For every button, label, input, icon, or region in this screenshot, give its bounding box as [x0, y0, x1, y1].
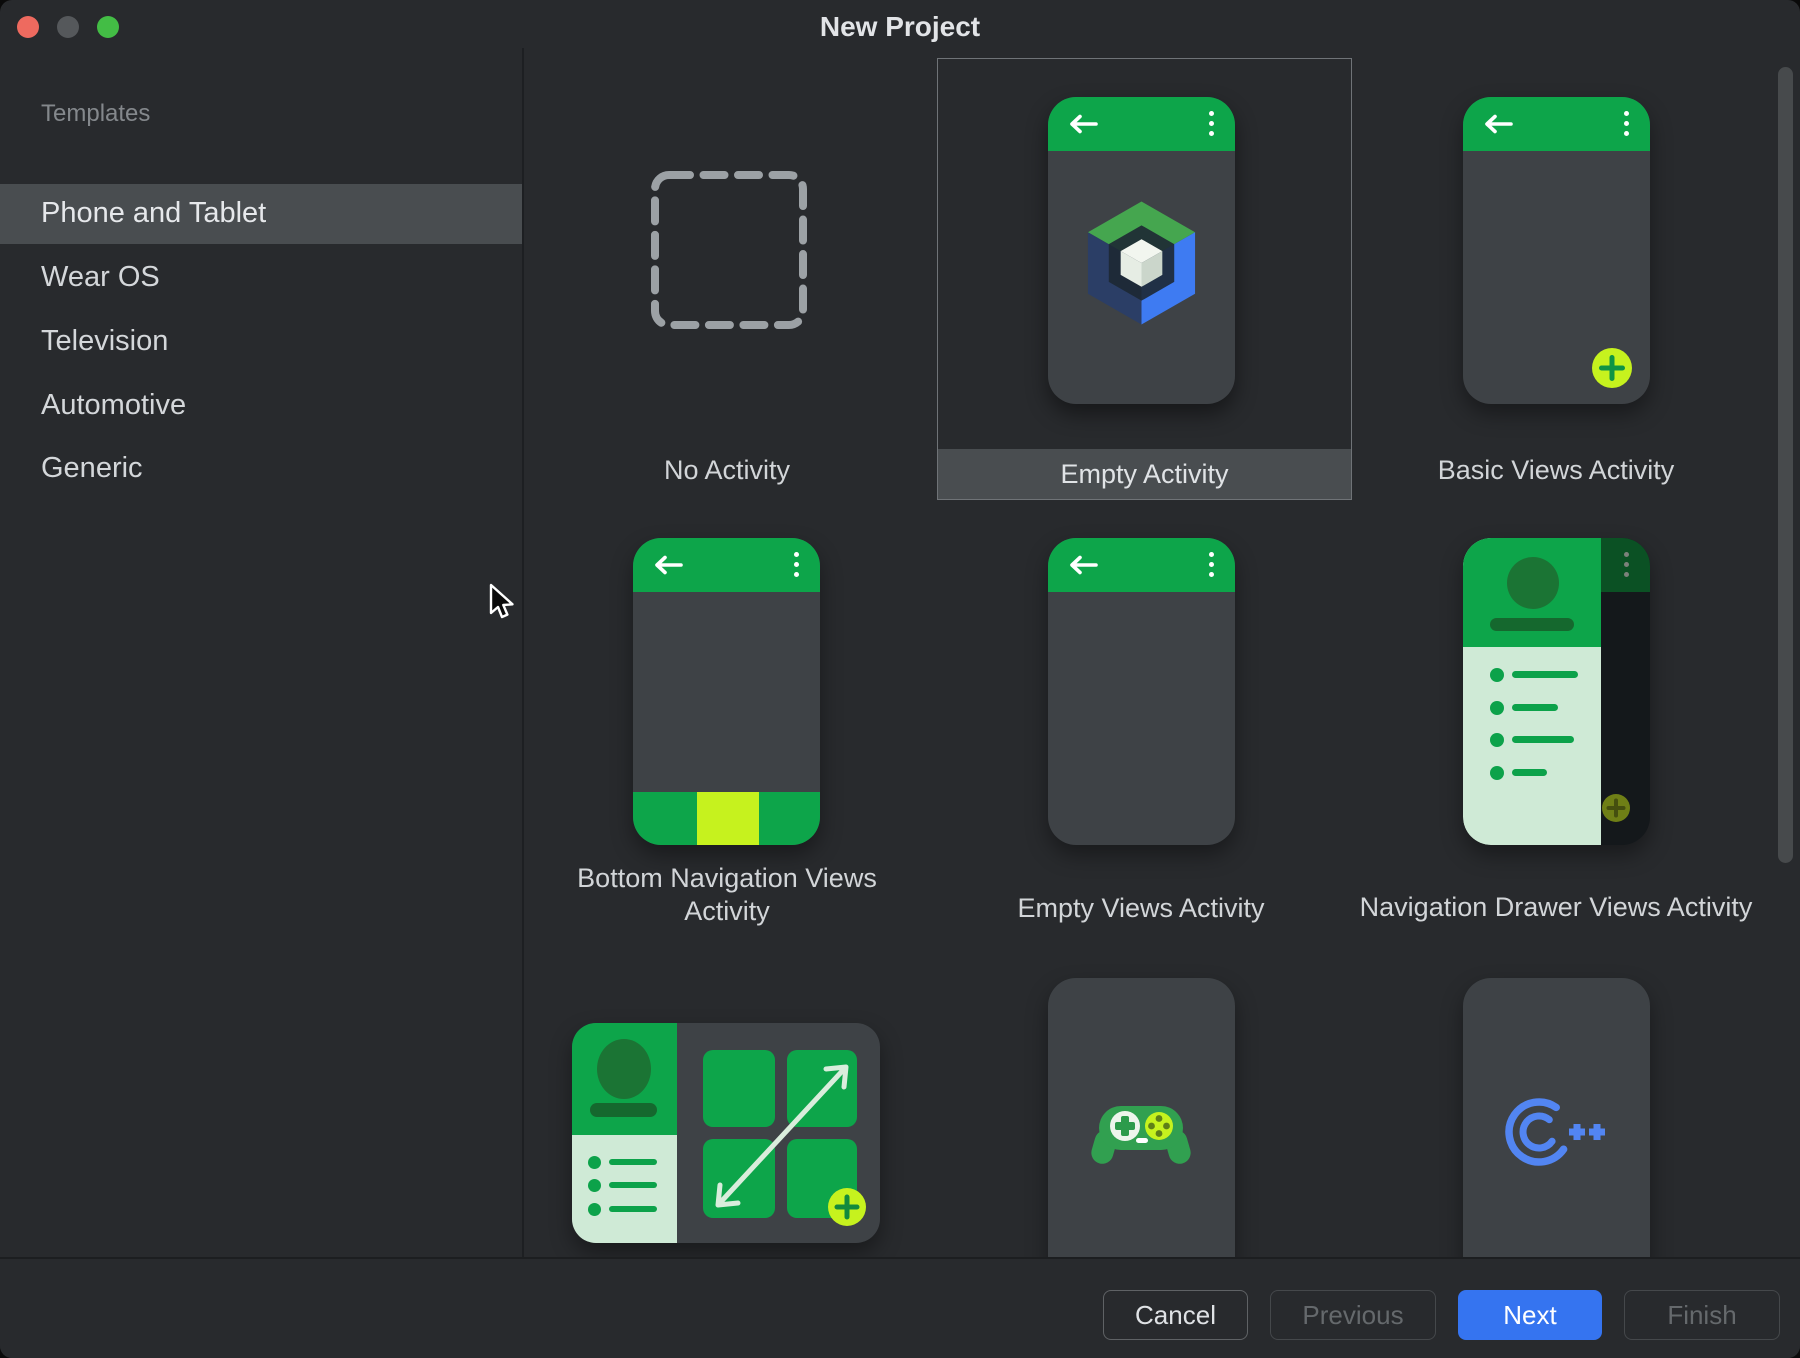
app-bar	[1048, 538, 1235, 592]
drawer-item-line	[1512, 736, 1574, 743]
template-label: Basic Views Activity	[1438, 454, 1675, 487]
navigation-drawer-panel	[1463, 538, 1601, 845]
bottom-nav-segment	[633, 792, 697, 845]
drawer-item-bullet	[1490, 701, 1504, 715]
phone-mockup	[1463, 978, 1650, 1285]
dimmed-fab-plus-icon	[1602, 794, 1630, 822]
drawer-item-bullet	[1490, 668, 1504, 682]
overflow-menu-icon	[1209, 552, 1214, 577]
template-label: No Activity	[664, 454, 790, 487]
template-card-responsive-views[interactable]	[572, 1023, 880, 1243]
drawer-item-bullet	[1490, 733, 1504, 747]
bottom-nav-segment	[759, 792, 820, 845]
phone-mockup	[1048, 97, 1235, 404]
app-bar	[1048, 97, 1235, 151]
mouse-cursor	[488, 583, 516, 621]
drawer-item-line	[1512, 671, 1578, 678]
template-label: Empty Views Activity	[1017, 892, 1264, 925]
previous-button[interactable]: Previous	[1270, 1290, 1436, 1340]
cpp-logo-icon	[1505, 1095, 1609, 1169]
drawer-item-bullet	[1490, 766, 1504, 780]
sidebar-item-television[interactable]: Television	[41, 324, 168, 358]
overflow-menu-icon	[1624, 111, 1629, 136]
template-label: Empty Activity	[938, 449, 1351, 499]
finish-button[interactable]: Finish	[1624, 1290, 1780, 1340]
sidebar-item-phone-and-tablet[interactable]: Phone and Tablet	[41, 196, 266, 230]
back-arrow-icon	[1481, 113, 1515, 135]
window-title: New Project	[0, 11, 1800, 43]
overflow-menu-icon	[1624, 552, 1629, 577]
back-arrow-icon	[651, 554, 685, 576]
avatar	[1507, 557, 1559, 609]
fab-plus-icon	[1592, 348, 1632, 388]
sidebar-item-automotive[interactable]: Automotive	[41, 388, 186, 422]
drawer-item-line	[1512, 704, 1558, 711]
game-controller-icon	[1089, 1096, 1193, 1168]
jetpack-compose-logo	[1082, 197, 1201, 329]
app-bar	[1463, 97, 1650, 151]
back-arrow-icon	[1066, 113, 1100, 135]
sidebar-item-generic[interactable]: Generic	[41, 451, 143, 485]
cancel-button[interactable]: Cancel	[1103, 1290, 1248, 1340]
dialog-footer: Cancel Previous Next Finish	[0, 1257, 1800, 1358]
next-button[interactable]: Next	[1458, 1290, 1602, 1340]
app-bar	[633, 538, 820, 592]
phone-mockup	[1463, 538, 1650, 845]
fab-plus-icon	[828, 1188, 866, 1226]
phone-mockup	[1048, 978, 1235, 1285]
templates-header: Templates	[41, 100, 150, 128]
template-label: Bottom Navigation Views Activity	[567, 862, 887, 928]
drawer-item-line	[1512, 769, 1547, 776]
phone-mockup	[633, 538, 820, 845]
back-arrow-icon	[1066, 554, 1100, 576]
dashed-empty-square-icon	[650, 170, 808, 330]
template-label: Navigation Drawer Views Activity	[1360, 891, 1753, 924]
overflow-menu-icon	[794, 552, 799, 577]
avatar-name-line	[1490, 618, 1574, 631]
phone-mockup	[1048, 538, 1235, 845]
title-bar: New Project	[0, 0, 1800, 48]
vertical-scrollbar-thumb[interactable]	[1778, 67, 1793, 863]
template-card-empty-activity[interactable]: Empty Activity	[937, 58, 1352, 500]
sidebar-divider	[522, 48, 524, 1257]
sidebar-item-wear-os[interactable]: Wear OS	[41, 260, 160, 294]
bottom-nav-selected-segment	[697, 792, 759, 845]
phone-mockup	[1463, 97, 1650, 404]
overflow-menu-icon	[1209, 111, 1214, 136]
new-project-dialog: New Project Templates Phone and Tablet W…	[0, 0, 1800, 1358]
